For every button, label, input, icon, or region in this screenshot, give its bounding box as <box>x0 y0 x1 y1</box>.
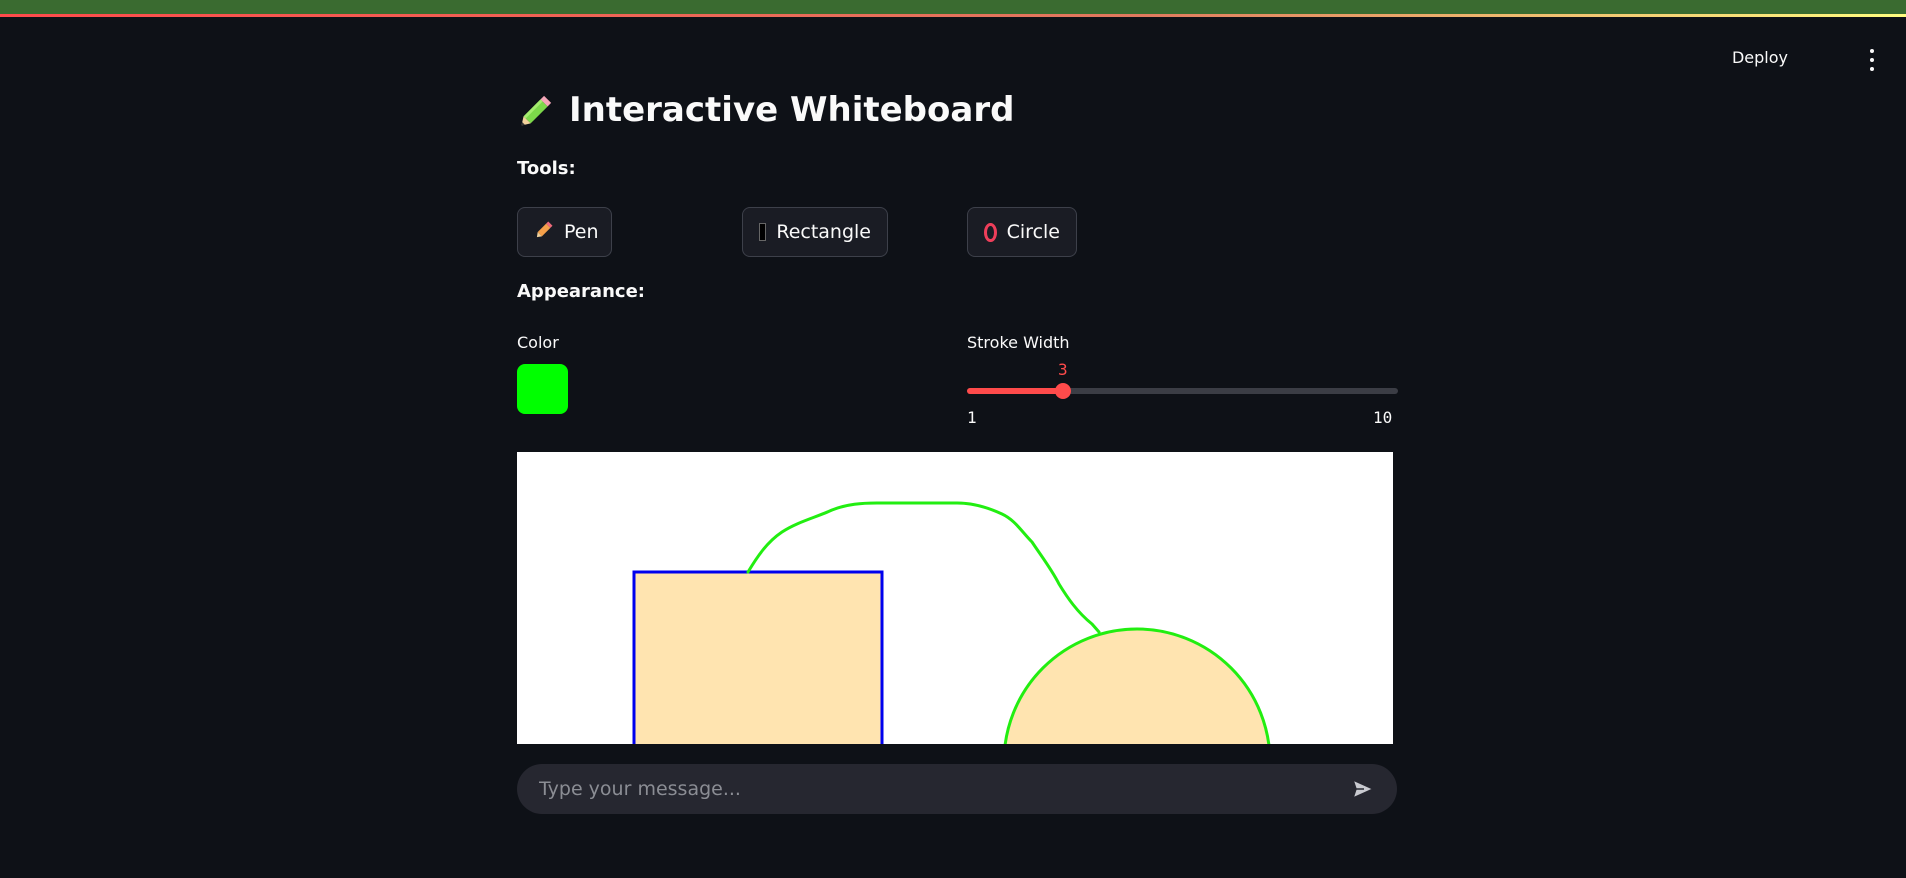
chat-input-bar <box>517 764 1397 814</box>
page-title: Interactive Whiteboard <box>517 90 1014 130</box>
top-decoration-line <box>0 14 1906 17</box>
tools-label: Tools: <box>517 158 576 179</box>
rectangle-tool-button[interactable]: Rectangle <box>742 207 888 257</box>
circle-tool-button[interactable]: Circle <box>967 207 1077 257</box>
slider-min-label: 1 <box>967 408 977 427</box>
chat-message-input[interactable] <box>537 777 1349 801</box>
stroke-width-slider[interactable]: 3 <box>967 360 1398 399</box>
pen-tool-label: Pen <box>564 221 599 243</box>
color-label: Color <box>517 333 559 352</box>
pencil-icon <box>534 220 554 245</box>
black-square-icon <box>759 223 767 241</box>
canvas-rectangle-shape <box>632 570 884 744</box>
circle-tool-label: Circle <box>1006 221 1060 243</box>
drawing-canvas[interactable] <box>517 452 1393 744</box>
pen-tool-button[interactable]: Pen <box>517 207 612 257</box>
canvas-circle-shape <box>1003 627 1271 744</box>
kebab-menu-icon[interactable] <box>1866 49 1878 71</box>
color-picker[interactable] <box>517 364 568 414</box>
slider-fill <box>967 388 1063 394</box>
slider-value: 3 <box>1057 360 1068 379</box>
slider-thumb[interactable] <box>1054 383 1071 399</box>
ring-icon <box>984 222 997 242</box>
deploy-button[interactable]: Deploy <box>1732 48 1788 67</box>
slider-max-label: 10 <box>1373 408 1393 427</box>
pencil-icon <box>517 90 557 130</box>
page-title-text: Interactive Whiteboard <box>569 90 1015 130</box>
stroke-width-label: Stroke Width <box>967 333 1070 352</box>
appearance-label: Appearance: <box>517 281 645 302</box>
rectangle-tool-label: Rectangle <box>776 221 871 243</box>
send-icon[interactable] <box>1349 775 1377 803</box>
top-decoration-bar <box>0 0 1906 14</box>
